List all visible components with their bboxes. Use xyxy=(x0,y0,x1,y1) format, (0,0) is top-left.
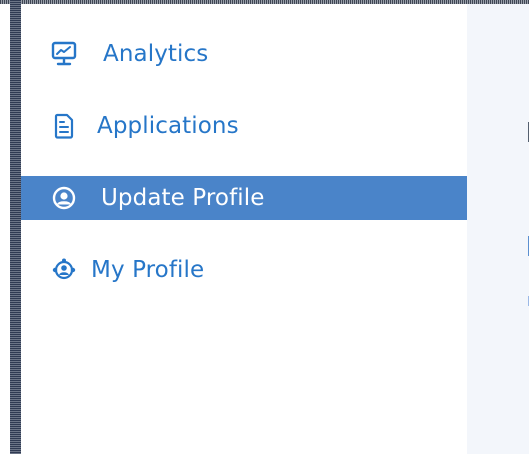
sidebar-item-label: Analytics xyxy=(103,41,209,67)
sidebar-item-analytics[interactable]: Analytics xyxy=(21,32,467,76)
main-content-panel xyxy=(467,4,529,454)
window-left-border xyxy=(10,0,21,454)
sidebar-item-applications[interactable]: Applications xyxy=(21,104,467,148)
team-icon xyxy=(51,257,77,283)
sidebar-item-label: My Profile xyxy=(91,257,205,283)
document-icon xyxy=(51,113,77,139)
sidebar-item-label: Applications xyxy=(97,113,239,139)
sidebar-item-label: Update Profile xyxy=(101,185,265,211)
app-frame: Analytics Applications Update Profile My… xyxy=(0,0,529,454)
sidebar-item-my-profile[interactable]: My Profile xyxy=(21,248,467,292)
sidebar-item-update-profile[interactable]: Update Profile xyxy=(21,176,467,220)
user-circle-icon xyxy=(51,185,77,211)
sidebar-nav: Analytics Applications Update Profile My… xyxy=(21,4,467,454)
chart-monitor-icon xyxy=(51,41,77,67)
